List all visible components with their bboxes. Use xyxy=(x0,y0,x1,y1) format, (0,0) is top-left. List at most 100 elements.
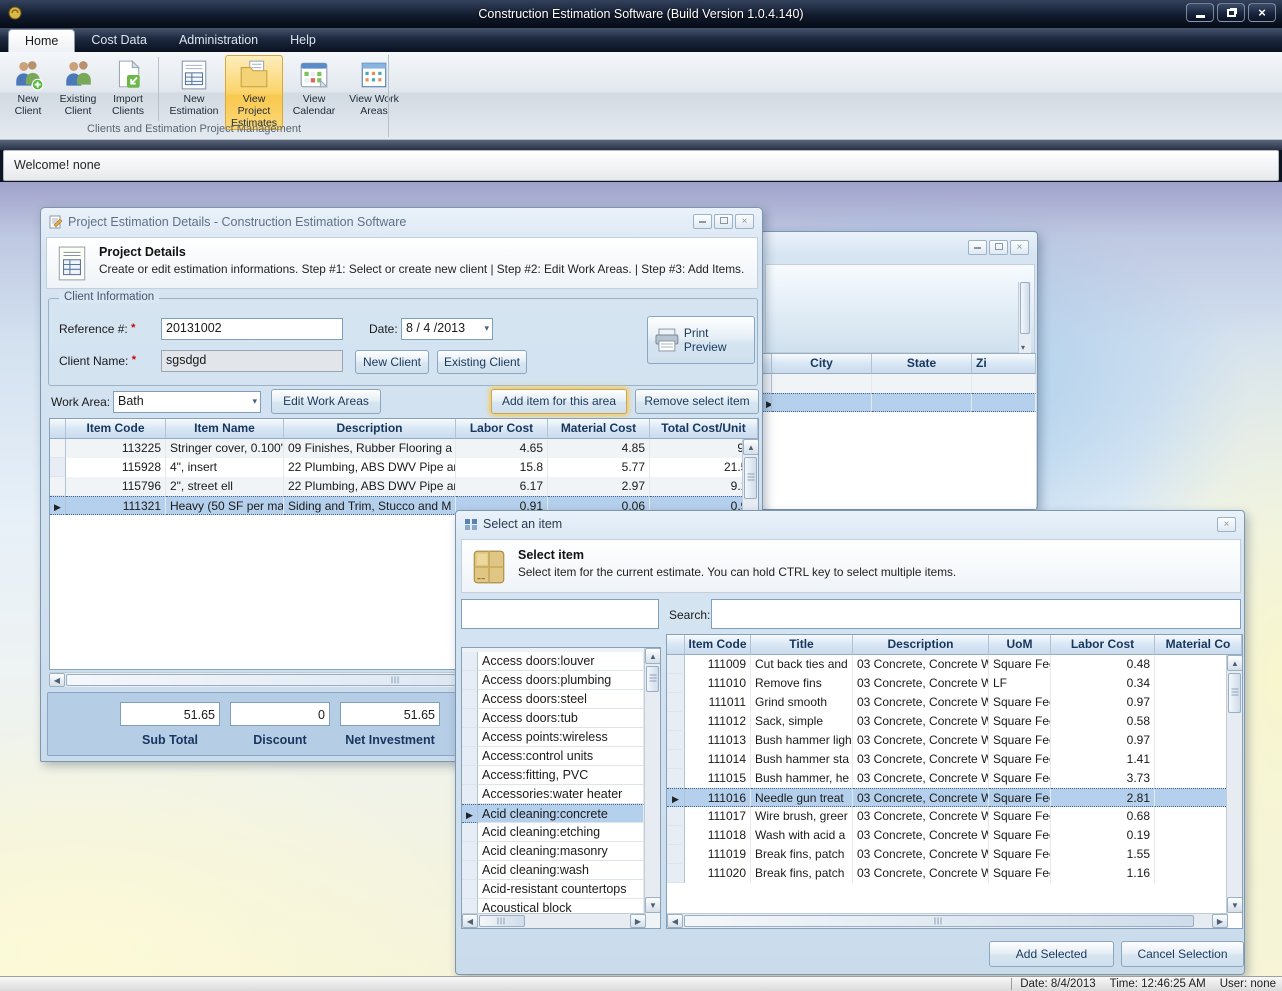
item-row[interactable]: ▶ 111009 Cut back ties and 03 Concrete, … xyxy=(667,655,1242,674)
item-row[interactable]: ▶ 111020 Break fins, patch 03 Concrete, … xyxy=(667,864,1242,883)
category-item[interactable]: ▶ Access doors:plumbing xyxy=(462,671,660,690)
category-item[interactable]: ▶ Access points:wireless xyxy=(462,728,660,747)
category-item[interactable]: ▶ Accessories:water heater xyxy=(462,785,660,804)
tab-administration[interactable]: Administration xyxy=(163,29,274,52)
tab-cost-data[interactable]: Cost Data xyxy=(75,29,163,52)
category-item[interactable]: ▶ Acid-resistant countertops xyxy=(462,880,660,899)
work-area-select[interactable]: Bath ▾ xyxy=(113,391,261,413)
discount-value[interactable]: 0 xyxy=(230,702,330,726)
cancel-selection-button[interactable]: Cancel Selection xyxy=(1121,941,1244,967)
category-item[interactable]: ▶ Access doors:tub xyxy=(462,709,660,728)
existing-client-ribbon-button[interactable]: Existing Client xyxy=(54,55,102,121)
scroll-left-icon[interactable]: ◀ xyxy=(667,914,683,928)
scroll-right-icon[interactable]: ▶ xyxy=(630,914,646,928)
items-table-vscrollbar[interactable]: ▲ ▼ xyxy=(1226,655,1242,913)
col-item-code[interactable]: Item Code xyxy=(66,419,166,439)
client-window-minimize-button[interactable] xyxy=(968,240,987,255)
item-row[interactable]: ▶ 111018 Wash with acid a 03 Concrete, C… xyxy=(667,826,1242,845)
tab-help[interactable]: Help xyxy=(274,29,332,52)
new-client-ribbon-button[interactable]: New Client xyxy=(4,55,52,121)
category-item[interactable]: ▶ Acid cleaning:wash xyxy=(462,861,660,880)
date-picker[interactable]: 8 / 4 /2013 ▾ xyxy=(401,318,493,340)
category-item[interactable]: ▶ Acid cleaning:etching xyxy=(462,823,660,842)
item-row[interactable]: ▶ 111012 Sack, simple 03 Concrete, Concr… xyxy=(667,712,1242,731)
items-table-hscrollbar[interactable]: ◀ ▶ xyxy=(667,913,1228,928)
category-item[interactable]: ▶ Access doors:louver xyxy=(462,652,660,671)
search-input[interactable] xyxy=(711,599,1241,629)
item-row[interactable]: ▶ 111011 Grind smooth 03 Concrete, Concr… xyxy=(667,693,1242,712)
item-row[interactable]: ▶ 111010 Remove fins 03 Concrete, Concre… xyxy=(667,674,1242,693)
scroll-right-icon[interactable]: ▶ xyxy=(1212,914,1228,928)
project-maximize-button[interactable] xyxy=(714,214,733,229)
col-material-cost[interactable]: Material Cost xyxy=(548,419,650,439)
client-window-close-button[interactable]: × xyxy=(1010,240,1029,255)
reference-input[interactable]: 20131002 xyxy=(161,318,343,340)
item-row[interactable]: ▶ 111014 Bush hammer sta 03 Concrete, Co… xyxy=(667,750,1242,769)
edit-work-areas-button[interactable]: Edit Work Areas xyxy=(271,389,381,414)
items-col-item-code[interactable]: Item Code xyxy=(685,635,751,655)
category-item[interactable]: ▶ Access:fitting, PVC xyxy=(462,766,660,785)
view-project-estimates-ribbon-button[interactable]: View Project Estimates xyxy=(225,55,283,130)
new-client-button[interactable]: New Client xyxy=(355,350,429,374)
category-item[interactable]: ▶ Access doors:steel xyxy=(462,690,660,709)
view-calendar-ribbon-button[interactable]: View Calendar xyxy=(285,55,343,121)
existing-client-button[interactable]: Existing Client xyxy=(437,350,527,374)
scroll-down-icon[interactable]: ▼ xyxy=(1227,897,1243,913)
client-window-maximize-button[interactable] xyxy=(989,240,1008,255)
remove-item-button[interactable]: Remove select item xyxy=(635,389,759,414)
client-name-input[interactable]: sgsdgd xyxy=(161,350,343,372)
item-row[interactable]: ▶ 111016 Needle gun treat 03 Concrete, C… xyxy=(667,788,1242,807)
client-col-zip[interactable]: Zi xyxy=(972,354,1036,374)
items-col-uom[interactable]: UoM xyxy=(989,635,1051,655)
project-minimize-button[interactable] xyxy=(693,214,712,229)
select-dialog-close-button[interactable]: × xyxy=(1217,517,1236,532)
close-button[interactable]: × xyxy=(1248,3,1276,22)
estimate-row[interactable]: ▶ 113225 Stringer cover, 0.100", 09 Fini… xyxy=(50,439,758,458)
work-area-dropdown-arrow[interactable]: ▾ xyxy=(252,396,257,407)
sub-total-value[interactable]: 51.65 xyxy=(120,702,220,726)
restore-button[interactable] xyxy=(1217,3,1245,22)
new-estimation-ribbon-button[interactable]: New Estimation xyxy=(165,55,223,121)
view-work-areas-ribbon-button[interactable]: View Work Areas xyxy=(345,55,403,121)
project-close-button[interactable]: × xyxy=(735,214,754,229)
scroll-up-icon[interactable]: ▲ xyxy=(645,648,661,664)
client-window-scrollbar[interactable]: ▾ xyxy=(1018,282,1031,354)
category-item[interactable]: ▶ Acid cleaning:concrete xyxy=(462,804,660,823)
net-investment-value[interactable]: 51.65 xyxy=(340,702,440,726)
scroll-left-icon[interactable]: ◀ xyxy=(462,914,478,928)
date-dropdown-arrow[interactable]: ▾ xyxy=(484,323,489,334)
items-col-labor-cost[interactable]: Labor Cost xyxy=(1051,635,1155,655)
scroll-down-icon[interactable]: ▼ xyxy=(645,897,661,913)
items-col-title[interactable]: Title xyxy=(751,635,853,655)
scroll-up-icon[interactable]: ▲ xyxy=(743,439,759,455)
col-total-cost[interactable]: Total Cost/Unit xyxy=(650,419,758,439)
item-row[interactable]: ▶ 111015 Bush hammer, he 03 Concrete, Co… xyxy=(667,769,1242,788)
client-row[interactable] xyxy=(762,374,1036,393)
col-item-name[interactable]: Item Name xyxy=(166,419,284,439)
import-clients-ribbon-button[interactable]: Import Clients xyxy=(104,55,152,121)
estimate-row[interactable]: ▶ 115928 4", insert 22 Plumbing, ABS DWV… xyxy=(50,458,758,477)
print-preview-button[interactable]: Print Preview xyxy=(647,316,755,364)
item-row[interactable]: ▶ 111017 Wire brush, greer 03 Concrete, … xyxy=(667,807,1242,826)
items-col-description[interactable]: Description xyxy=(853,635,989,655)
category-filter-input[interactable] xyxy=(461,599,659,629)
client-row-selected[interactable]: ▶ xyxy=(762,393,1036,412)
scroll-up-icon[interactable]: ▲ xyxy=(1227,655,1243,671)
category-list-vscrollbar[interactable]: ▲ ▼ xyxy=(644,648,660,913)
tab-home[interactable]: Home xyxy=(8,29,75,52)
category-list-hscrollbar[interactable]: ◀ ▶ xyxy=(462,913,646,928)
estimate-row[interactable]: ▶ 115796 2", street ell 22 Plumbing, ABS… xyxy=(50,477,758,496)
category-item[interactable]: ▶ Access:control units xyxy=(462,747,660,766)
item-row[interactable]: ▶ 111013 Bush hammer ligh 03 Concrete, C… xyxy=(667,731,1242,750)
add-item-button[interactable]: Add item for this area xyxy=(491,389,627,414)
client-col-state[interactable]: State xyxy=(872,354,972,374)
category-item[interactable]: ▶ Acid cleaning:masonry xyxy=(462,842,660,861)
scroll-left-icon[interactable]: ◀ xyxy=(49,673,65,687)
minimize-button[interactable] xyxy=(1186,3,1214,22)
item-row[interactable]: ▶ 111019 Break fins, patch 03 Concrete, … xyxy=(667,845,1242,864)
col-labor-cost[interactable]: Labor Cost xyxy=(456,419,548,439)
col-description[interactable]: Description xyxy=(284,419,456,439)
client-col-city[interactable]: City xyxy=(772,354,872,374)
add-selected-button[interactable]: Add Selected xyxy=(989,941,1114,967)
items-col-material-cost[interactable]: Material Co xyxy=(1155,635,1242,655)
